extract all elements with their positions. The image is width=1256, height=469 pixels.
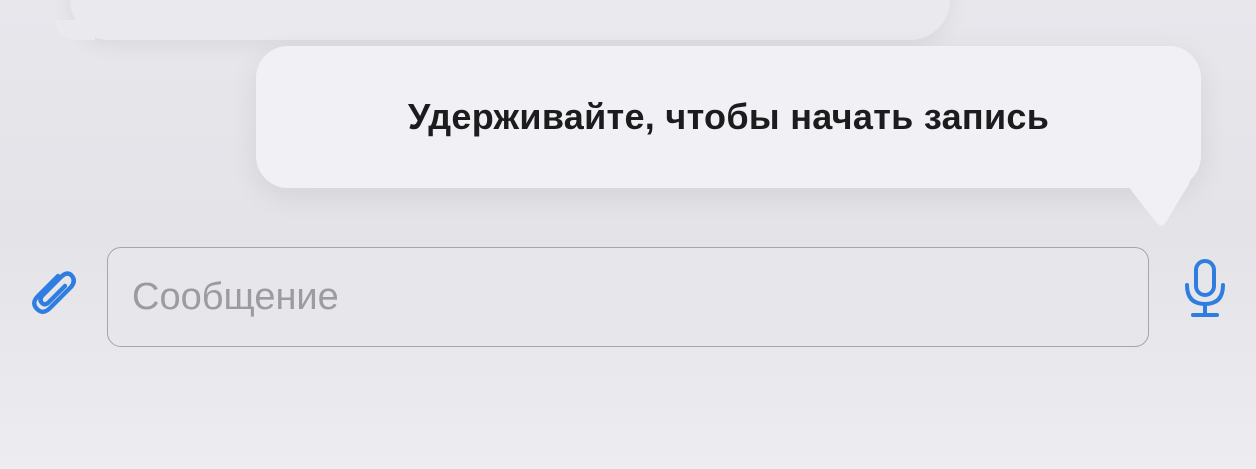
previous-message-bubble-tail xyxy=(55,20,95,40)
microphone-icon xyxy=(1185,259,1225,317)
previous-message-bubble xyxy=(70,0,950,40)
hold-to-record-tooltip: Удерживайте, чтобы начать запись xyxy=(256,46,1201,188)
paperclip-icon xyxy=(32,271,76,314)
tooltip-tail xyxy=(1124,168,1192,226)
record-voice-button[interactable] xyxy=(1178,258,1232,320)
attach-button[interactable] xyxy=(22,262,80,320)
message-input[interactable] xyxy=(107,247,1149,347)
tooltip-text: Удерживайте, чтобы начать запись xyxy=(407,96,1050,137)
